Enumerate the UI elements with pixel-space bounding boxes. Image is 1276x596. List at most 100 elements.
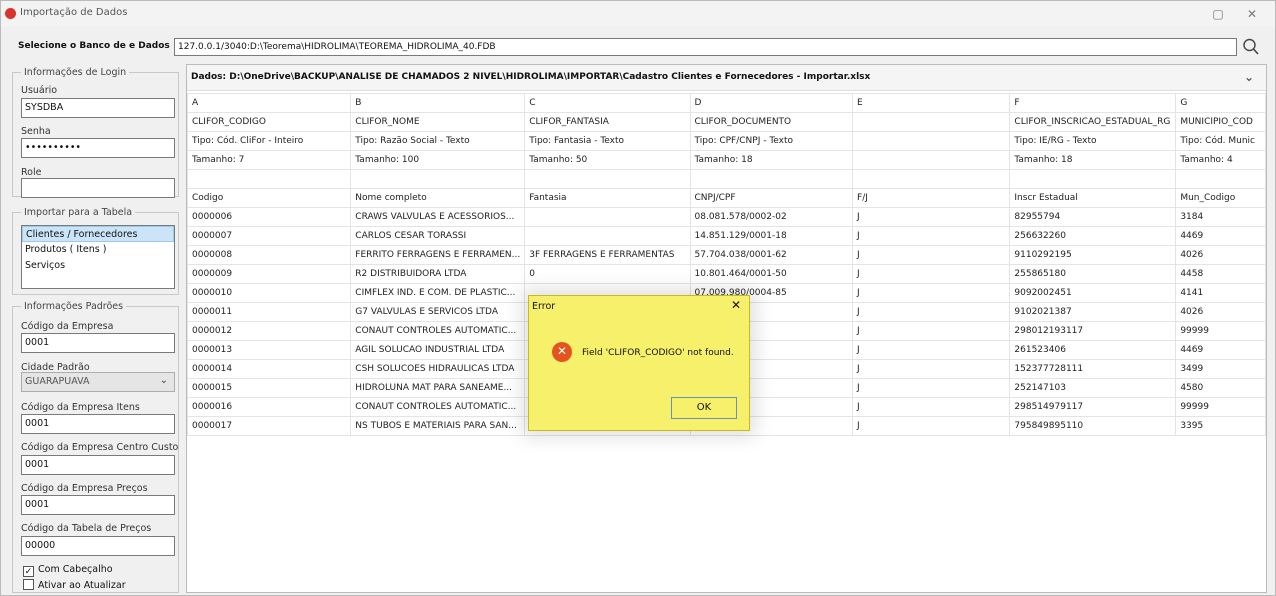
table-cell[interactable]: 0000017 <box>187 416 352 436</box>
table-cell[interactable]: J <box>852 302 1011 322</box>
table-cell[interactable]: 10.801.464/0001-50 <box>689 264 854 284</box>
table-cell[interactable]: CSH SOLUCOES HIDRAULICAS LTDA <box>350 359 526 379</box>
table-cell[interactable]: CLIFOR_FANTASIA <box>524 112 691 132</box>
table-cell[interactable]: MUNICIPIO_COD <box>1175 112 1266 132</box>
role-input[interactable] <box>21 178 175 198</box>
table-cell[interactable]: 9110292195 <box>1009 245 1177 265</box>
table-cell[interactable]: 3F FERRAGENS E FERRAMENTAS <box>524 245 691 265</box>
table-cell[interactable]: Mun_Codigo <box>1175 188 1266 208</box>
table-cell[interactable]: 57.704.038/0001-62 <box>689 245 854 265</box>
table-cell[interactable]: 256632260 <box>1009 226 1177 246</box>
table-cell[interactable]: Tipo: Cód. Munic <box>1175 131 1266 151</box>
table-cell[interactable]: 4580 <box>1175 378 1266 398</box>
table-cell[interactable]: 4141 <box>1175 283 1266 303</box>
table-cell[interactable]: 0000010 <box>187 283 352 303</box>
table-cell[interactable]: 0000016 <box>187 397 352 417</box>
table-cell[interactable]: 298012193117 <box>1009 321 1177 341</box>
chevron-down-icon[interactable]: ⌄ <box>1244 70 1254 84</box>
close-button[interactable]: ✕ <box>1239 5 1265 23</box>
table-cell[interactable]: AGIL SOLUCAO INDUSTRIAL LTDA <box>350 340 526 360</box>
table-cell[interactable]: 0 <box>524 264 691 284</box>
blank-row[interactable] <box>187 169 1266 189</box>
table-cell[interactable] <box>524 207 691 227</box>
table-cell[interactable]: G <box>1175 93 1266 113</box>
table-cell[interactable]: 0000011 <box>187 302 352 322</box>
table-cell[interactable]: 0000012 <box>187 321 352 341</box>
header-row[interactable]: Codigo Nome completo Fantasia CNPJ/CPF F/J In… <box>187 188 1266 208</box>
restore-button[interactable]: ▢ <box>1205 5 1231 23</box>
with-header-checkbox[interactable]: ✓ Com Cabeçalho <box>23 564 113 577</box>
field-name-row[interactable]: CLIFOR_CODIGO CLIFOR_NOME CLIFOR_FANTASIA C… <box>187 112 1266 132</box>
table-cell[interactable]: 99999 <box>1175 397 1266 417</box>
table-cell[interactable]: 152377728111 <box>1009 359 1177 379</box>
table-cell[interactable]: Tipo: Cód. CliFor - Inteiro <box>187 131 352 151</box>
password-input[interactable]: •••••••••• <box>21 138 175 158</box>
table-cell[interactable]: 14.851.129/0001-18 <box>689 226 854 246</box>
table-cell[interactable]: Tipo: Razão Social - Texto <box>350 131 526 151</box>
table-cell[interactable]: Tamanho: 100 <box>350 150 526 170</box>
table-cell[interactable]: CONAUT CONTROLES AUTOMATIC... <box>350 321 526 341</box>
table-cell[interactable]: 9092002451 <box>1009 283 1177 303</box>
table-row[interactable]: 0000006 CRAWS VALVULAS E ACESSORIOS... 08.… <box>187 207 1266 227</box>
table-cell[interactable] <box>852 169 1011 189</box>
table-cell[interactable]: D <box>689 93 854 113</box>
table-cell[interactable]: CNPJ/CPF <box>689 188 854 208</box>
table-cell[interactable]: CLIFOR_CODIGO <box>187 112 352 132</box>
table-cell[interactable]: CARLOS CESAR TORASSI <box>350 226 526 246</box>
table-cell[interactable]: Tamanho: 7 <box>187 150 352 170</box>
table-cell[interactable] <box>852 131 1011 151</box>
database-path-input[interactable]: 127.0.0.1/3040:D:\Teorema\HIDROLIMA\TEOR… <box>174 38 1237 56</box>
table-cell[interactable]: J <box>852 416 1011 436</box>
table-cell[interactable]: F/J <box>852 188 1011 208</box>
table-cell[interactable]: 4458 <box>1175 264 1266 284</box>
table-cell[interactable]: 3184 <box>1175 207 1266 227</box>
list-item-servicos[interactable]: Serviços <box>22 258 174 274</box>
table-cell[interactable]: B <box>350 93 526 113</box>
table-cell[interactable]: A <box>187 93 352 113</box>
table-cell[interactable]: J <box>852 245 1011 265</box>
table-cell[interactable]: Tipo: CPF/CNPJ - Texto <box>689 131 854 151</box>
table-cell[interactable]: 9102021387 <box>1009 302 1177 322</box>
table-cell[interactable] <box>1175 169 1266 189</box>
table-cell[interactable]: C <box>524 93 691 113</box>
company-prices-input[interactable]: 0001 <box>21 495 175 515</box>
user-input[interactable]: SYSDBA <box>21 98 175 118</box>
table-cell[interactable]: CLIFOR_INSCRICAO_ESTADUAL_RG <box>1009 112 1177 132</box>
table-cell[interactable]: J <box>852 283 1011 303</box>
table-cell[interactable]: J <box>852 207 1011 227</box>
table-cell[interactable]: F <box>1009 93 1177 113</box>
price-table-input[interactable]: 00000 <box>21 536 175 556</box>
table-cell[interactable]: 3499 <box>1175 359 1266 379</box>
table-cell[interactable]: HIDROLUNA MAT PARA SANEAME... <box>350 378 526 398</box>
type-row[interactable]: Tipo: Cód. CliFor - Inteiro Tipo: Razão S… <box>187 131 1266 151</box>
ok-button[interactable]: OK <box>671 397 737 419</box>
search-icon[interactable] <box>1242 37 1260 57</box>
dialog-close-button[interactable]: ✕ <box>731 298 741 312</box>
table-cell[interactable]: Inscr Estadual <box>1009 188 1177 208</box>
table-cell[interactable]: CIMFLEX IND. E COM. DE PLASTIC... <box>350 283 526 303</box>
table-cell[interactable]: J <box>852 340 1011 360</box>
table-cell[interactable]: 0000007 <box>187 226 352 246</box>
table-cell[interactable] <box>1009 169 1177 189</box>
table-cell[interactable]: 08.081.578/0002-02 <box>689 207 854 227</box>
company-cost-center-input[interactable]: 0001 <box>21 455 175 475</box>
column-header-row[interactable]: ABCDEFG <box>187 93 1266 113</box>
table-cell[interactable]: 0000006 <box>187 207 352 227</box>
table-cell[interactable]: J <box>852 264 1011 284</box>
table-cell[interactable]: Codigo <box>187 188 352 208</box>
table-cell[interactable]: E <box>852 93 1011 113</box>
table-cell[interactable] <box>524 169 691 189</box>
table-cell[interactable]: NS TUBOS E MATERIAIS PARA SAN... <box>350 416 526 436</box>
table-cell[interactable]: Tamanho: 18 <box>689 150 854 170</box>
table-cell[interactable]: 261523406 <box>1009 340 1177 360</box>
table-cell[interactable]: 4469 <box>1175 226 1266 246</box>
size-row[interactable]: Tamanho: 7 Tamanho: 100 Tamanho: 50 Tamanho… <box>187 150 1266 170</box>
table-cell[interactable]: J <box>852 359 1011 379</box>
table-cell[interactable] <box>852 150 1011 170</box>
table-cell[interactable]: CLIFOR_DOCUMENTO <box>689 112 854 132</box>
list-item-clientes[interactable]: Clientes / Fornecedores <box>22 226 174 242</box>
table-cell[interactable]: Tamanho: 50 <box>524 150 691 170</box>
table-cell[interactable]: Tipo: Fantasia - Texto <box>524 131 691 151</box>
table-cell[interactable] <box>524 226 691 246</box>
table-row[interactable]: 0000009 R2 DISTRIBUIDORA LTDA 0 10.801.464/… <box>187 264 1266 284</box>
